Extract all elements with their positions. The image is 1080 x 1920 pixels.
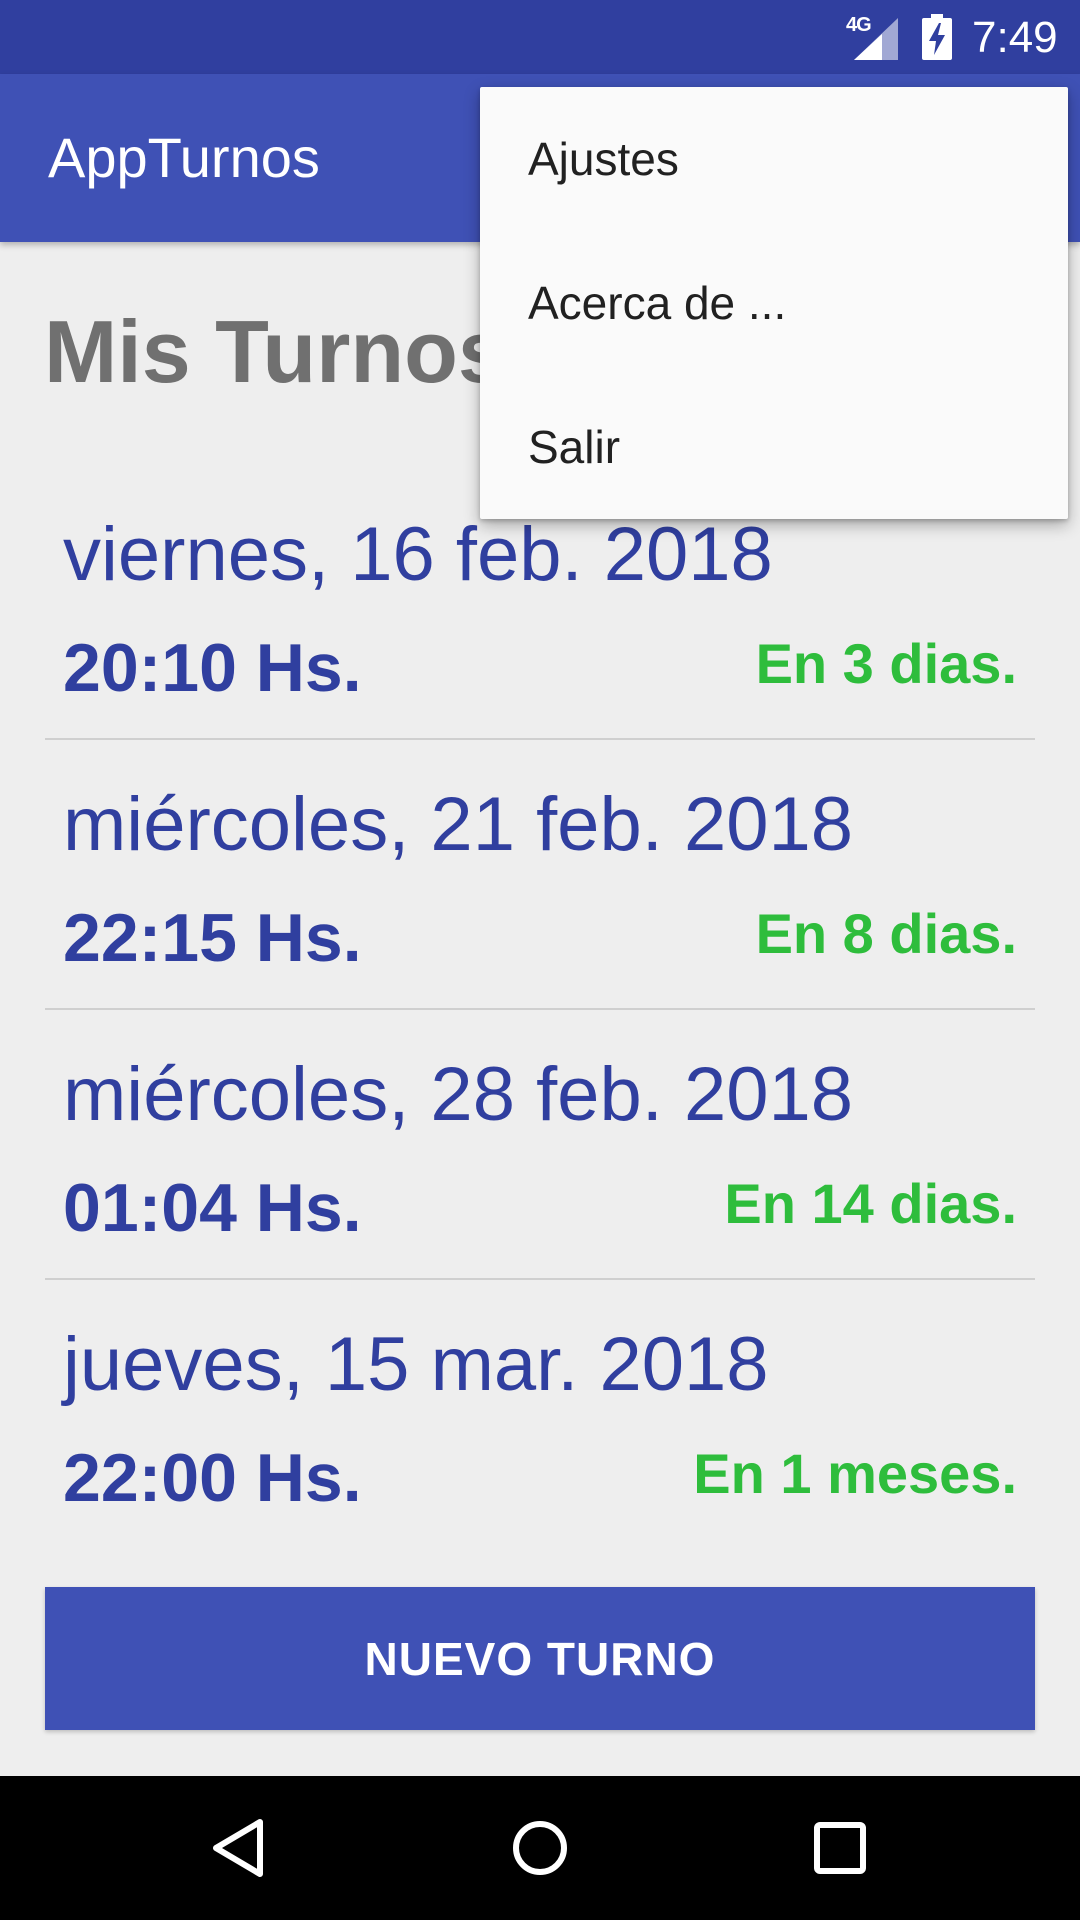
turno-time: 20:10 Hs.	[63, 630, 362, 706]
home-icon[interactable]	[508, 1816, 572, 1880]
turno-item[interactable]: miércoles, 21 feb. 2018 22:15 Hs. En 8 d…	[45, 740, 1035, 1010]
turno-remaining: En 8 dias.	[755, 902, 1017, 965]
back-icon[interactable]	[208, 1816, 272, 1880]
recents-icon[interactable]	[808, 1816, 872, 1880]
turno-remaining: En 1 meses.	[693, 1442, 1017, 1505]
navigation-bar	[0, 1776, 1080, 1920]
screen: 4G 7:49 AppTurnos Mis Turnos viernes, 16…	[0, 0, 1080, 1920]
turno-date: viernes, 16 feb. 2018	[63, 512, 773, 597]
turno-time: 22:00 Hs.	[63, 1440, 362, 1516]
turno-date: jueves, 15 mar. 2018	[63, 1322, 769, 1407]
turno-item[interactable]: jueves, 15 mar. 2018 22:00 Hs. En 1 mese…	[45, 1280, 1035, 1550]
menu-item-ajustes[interactable]: Ajustes	[480, 87, 1068, 231]
turno-date: miércoles, 21 feb. 2018	[63, 782, 854, 867]
turno-remaining: En 3 dias.	[755, 632, 1017, 695]
turno-time: 22:15 Hs.	[63, 900, 362, 976]
turno-time: 01:04 Hs.	[63, 1170, 362, 1246]
app-title: AppTurnos	[48, 126, 320, 189]
status-bar: 4G 7:49	[0, 0, 1080, 74]
status-clock: 7:49	[972, 13, 1058, 62]
overflow-menu: Ajustes Acerca de ... Salir	[480, 87, 1068, 519]
page-title: Mis Turnos	[44, 302, 507, 401]
nuevo-turno-button[interactable]: NUEVO TURNO	[45, 1587, 1035, 1730]
battery-charging-icon	[922, 14, 952, 60]
turno-item[interactable]: miércoles, 28 feb. 2018 01:04 Hs. En 14 …	[45, 1010, 1035, 1280]
turno-date: miércoles, 28 feb. 2018	[63, 1052, 854, 1137]
turnos-list: viernes, 16 feb. 2018 20:10 Hs. En 3 dia…	[45, 470, 1035, 1550]
turno-remaining: En 14 dias.	[724, 1172, 1017, 1235]
signal-icon	[854, 18, 898, 60]
menu-item-salir[interactable]: Salir	[480, 375, 1068, 519]
menu-item-acerca-de[interactable]: Acerca de ...	[480, 231, 1068, 375]
